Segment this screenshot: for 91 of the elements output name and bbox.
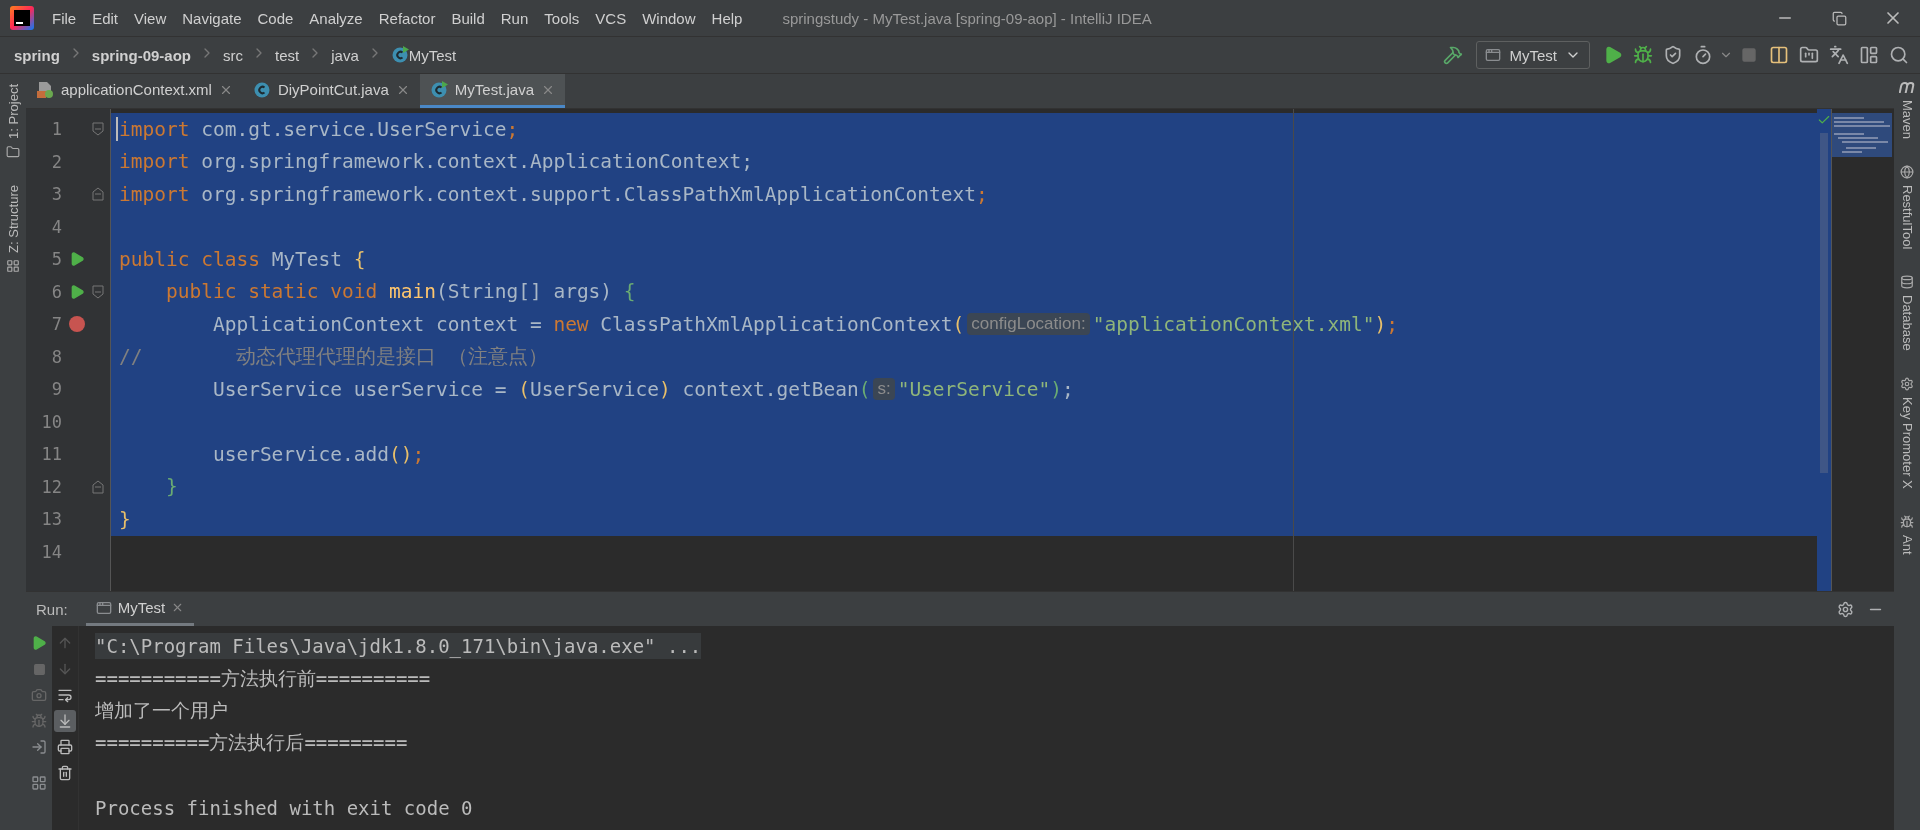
console-line: 增加了一个用户 — [95, 697, 228, 723]
line-number: 5 — [50, 249, 62, 270]
tool-window-tab[interactable]: Database — [1899, 295, 1915, 351]
line-number: 13 — [40, 509, 62, 530]
menu-item[interactable]: Window — [634, 9, 704, 27]
breadcrumb[interactable]: test — [275, 46, 300, 64]
translate-icon[interactable] — [1829, 45, 1849, 65]
layout-icon[interactable] — [31, 775, 47, 791]
minimap-drawing — [1832, 113, 1892, 157]
class-icon — [252, 80, 271, 99]
menu-item[interactable]: View — [126, 9, 175, 27]
exit-icon[interactable] — [31, 739, 47, 755]
maven-icon — [1899, 82, 1915, 94]
editor-tab[interactable]: MyTest.java — [419, 74, 565, 108]
folder-icon — [6, 144, 20, 159]
line-number: 3 — [50, 184, 62, 205]
line-number: 10 — [40, 411, 62, 432]
tool-window-tab[interactable]: RestfulTool — [1899, 185, 1915, 250]
breadcrumb[interactable]: spring-09-aop — [91, 46, 192, 64]
fold-icon[interactable] — [92, 122, 104, 137]
database-icon — [1900, 275, 1914, 290]
window-icon — [1485, 47, 1502, 63]
breadcrumb[interactable]: spring — [14, 46, 60, 64]
line-number: 11 — [40, 444, 62, 465]
app-logo-icon[interactable] — [10, 6, 34, 30]
line-number: 2 — [50, 151, 62, 172]
line-number: 14 — [40, 541, 62, 562]
window-title: springstudy - MyTest.java [spring-09-aop] - IntelliJ IDEA — [782, 9, 1152, 27]
panel-title: Run: — [36, 600, 68, 618]
tool-window-tab[interactable]: 1: Project — [5, 84, 21, 139]
run-icon[interactable] — [1603, 45, 1623, 65]
tool-window-tab[interactable]: Ant — [1899, 534, 1915, 555]
menu-item[interactable]: Run — [492, 9, 537, 27]
console-line: ===========方法执行前========== — [95, 665, 431, 691]
menu-item[interactable]: Edit — [84, 9, 127, 27]
runnable-class-icon — [429, 80, 448, 99]
editor-tab[interactable]: applicationContext.xml — [26, 74, 243, 108]
structure-icon — [6, 258, 20, 273]
menu-item[interactable]: Build — [443, 9, 493, 27]
print-icon[interactable] — [57, 739, 73, 755]
debug-icon[interactable] — [1633, 45, 1653, 65]
scrollbar-thumb[interactable] — [1820, 133, 1828, 473]
globe-icon — [1900, 165, 1914, 180]
breadcrumb[interactable]: MyTest — [408, 46, 457, 64]
restore-icon[interactable] — [1831, 10, 1847, 26]
xml-file-icon — [36, 80, 54, 99]
profiler-icon[interactable] — [1693, 45, 1713, 65]
settings-icon[interactable] — [1836, 600, 1854, 618]
fold-icon[interactable] — [92, 479, 104, 494]
tool-window-tab[interactable]: Key Promoter X — [1899, 397, 1915, 489]
line-number: 7 — [50, 314, 62, 335]
check-icon — [1817, 113, 1831, 127]
line-number: 8 — [50, 346, 62, 367]
console-line: ==========方法执行后========= — [95, 730, 408, 756]
hammer-icon[interactable] — [1443, 45, 1464, 65]
ant-icon — [1900, 514, 1914, 529]
menu-item[interactable]: Help — [703, 9, 751, 27]
line-number: 9 — [50, 379, 62, 400]
runnable-class-icon — [390, 46, 409, 64]
rerun-icon[interactable] — [31, 635, 47, 651]
run-icon[interactable] — [69, 283, 85, 300]
menu-item[interactable]: Tools — [536, 9, 588, 27]
breakpoint-icon[interactable] — [69, 316, 85, 333]
menu-item[interactable]: Refactor — [370, 9, 444, 27]
breadcrumb[interactable]: java — [331, 46, 359, 64]
project-structure-icon[interactable] — [1799, 45, 1819, 65]
coverage-icon[interactable] — [1663, 45, 1683, 65]
breadcrumb[interactable]: src — [223, 46, 244, 64]
menu-item[interactable]: File — [44, 9, 85, 27]
line-number: 6 — [50, 281, 62, 302]
menu-item[interactable]: Analyze — [301, 9, 371, 27]
trash-icon[interactable] — [57, 765, 73, 781]
fold-icon[interactable] — [92, 284, 104, 299]
wrap-icon[interactable] — [57, 687, 73, 703]
line-number: 12 — [40, 476, 62, 497]
line-number: 1 — [50, 119, 62, 140]
editor-tab[interactable]: DiyPointCut.java — [242, 74, 420, 108]
run-configuration-dropdown[interactable]: MyTest — [1476, 41, 1590, 69]
window-icon — [95, 599, 112, 616]
search-icon[interactable] — [1889, 45, 1909, 65]
console-line: Process finished with exit code 0 — [95, 796, 473, 822]
menu-item[interactable]: Navigate — [174, 9, 250, 27]
tool-window-tab[interactable]: Maven — [1899, 100, 1915, 140]
fold-icon[interactable] — [92, 187, 104, 202]
run-icon[interactable] — [69, 251, 85, 268]
menu-item[interactable]: Code — [249, 9, 302, 27]
tool-window-tab[interactable]: Z: Structure — [5, 184, 21, 253]
cog-icon — [1900, 377, 1914, 391]
line-number: 4 — [50, 216, 62, 237]
scroll-to-end-icon[interactable] — [57, 713, 73, 729]
menu-item[interactable]: VCS — [587, 9, 635, 27]
